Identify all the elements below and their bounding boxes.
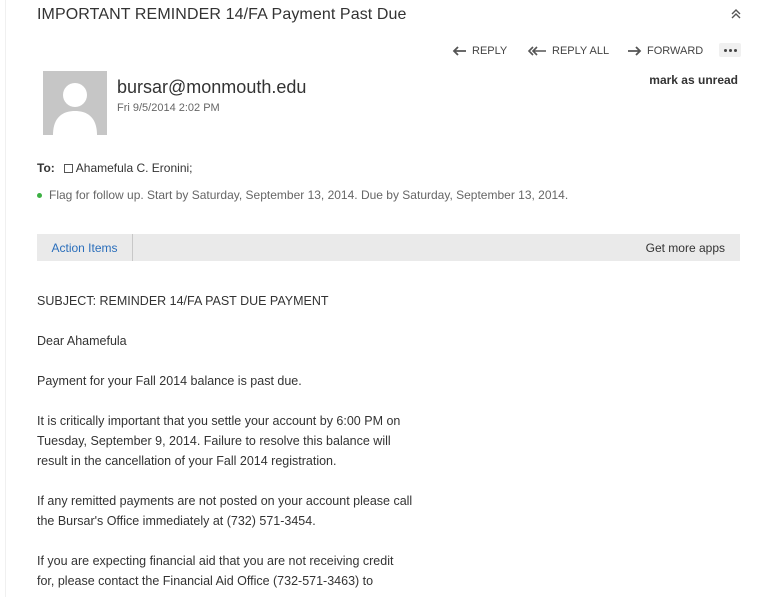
reply-arrow-icon: [452, 45, 467, 57]
body-line: If any remitted payments are not posted …: [37, 494, 413, 508]
body-greeting: Dear Ahamefula: [37, 334, 127, 348]
flag-text: Flag for follow up. Start by Saturday, S…: [49, 188, 569, 202]
forward-label: FORWARD: [647, 45, 704, 57]
body-line: If you are expecting financial aid that …: [37, 554, 394, 568]
reply-button[interactable]: REPLY: [452, 41, 507, 61]
body-paragraph-2: It is critically important that you sett…: [37, 411, 497, 471]
body-paragraph-3: If any remitted payments are not posted …: [37, 491, 497, 531]
body-paragraph-1: Payment for your Fall 2014 balance is pa…: [37, 374, 302, 388]
avatar: [43, 71, 107, 135]
body-line: result in the cancellation of your Fall …: [37, 454, 337, 468]
body-line: the Bursar's Office immediately at (732)…: [37, 514, 316, 528]
tab-action-items[interactable]: Action Items: [37, 234, 133, 261]
left-border: [0, 0, 6, 597]
reply-all-label: REPLY ALL: [552, 45, 610, 57]
reply-all-button[interactable]: REPLY ALL: [527, 41, 609, 61]
sent-date: Fri 9/5/2014 2:02 PM: [117, 102, 220, 114]
to-row: To: Ahamefula C. Eronini;: [37, 161, 193, 175]
body-line: It is critically important that you sett…: [37, 414, 401, 428]
body-subject-line: SUBJECT: REMINDER 14/FA PAST DUE PAYMENT: [37, 294, 329, 308]
flag-dot-icon: [37, 192, 42, 198]
body-line: Tuesday, September 9, 2014. Failure to r…: [37, 434, 391, 448]
reply-all-arrow-icon: [527, 45, 547, 57]
message-body: SUBJECT: REMINDER 14/FA PAST DUE PAYMENT…: [37, 291, 497, 611]
recipient-checkbox[interactable]: [63, 163, 73, 173]
recipient-name[interactable]: Ahamefula C. Eronini;: [76, 161, 193, 175]
get-more-apps-link[interactable]: Get more apps: [646, 241, 725, 255]
flag-row: Flag for follow up. Start by Saturday, S…: [37, 188, 568, 202]
forward-arrow-icon: [627, 45, 642, 57]
reply-label: REPLY: [472, 45, 508, 57]
double-chevron-up-icon[interactable]: [728, 8, 744, 24]
sender-address[interactable]: bursar@monmouth.edu: [117, 77, 306, 98]
forward-button[interactable]: FORWARD: [627, 41, 703, 61]
mark-as-unread-link[interactable]: mark as unread: [649, 73, 738, 87]
ellipsis-icon[interactable]: [719, 43, 741, 57]
body-line: for, please contact the Financial Aid Of…: [37, 574, 374, 588]
email-subject: IMPORTANT REMINDER 14/FA Payment Past Du…: [37, 6, 407, 23]
to-label: To:: [37, 161, 55, 175]
apps-bar: Action Items Get more apps: [37, 234, 740, 261]
body-paragraph-4: If you are expecting financial aid that …: [37, 551, 497, 591]
